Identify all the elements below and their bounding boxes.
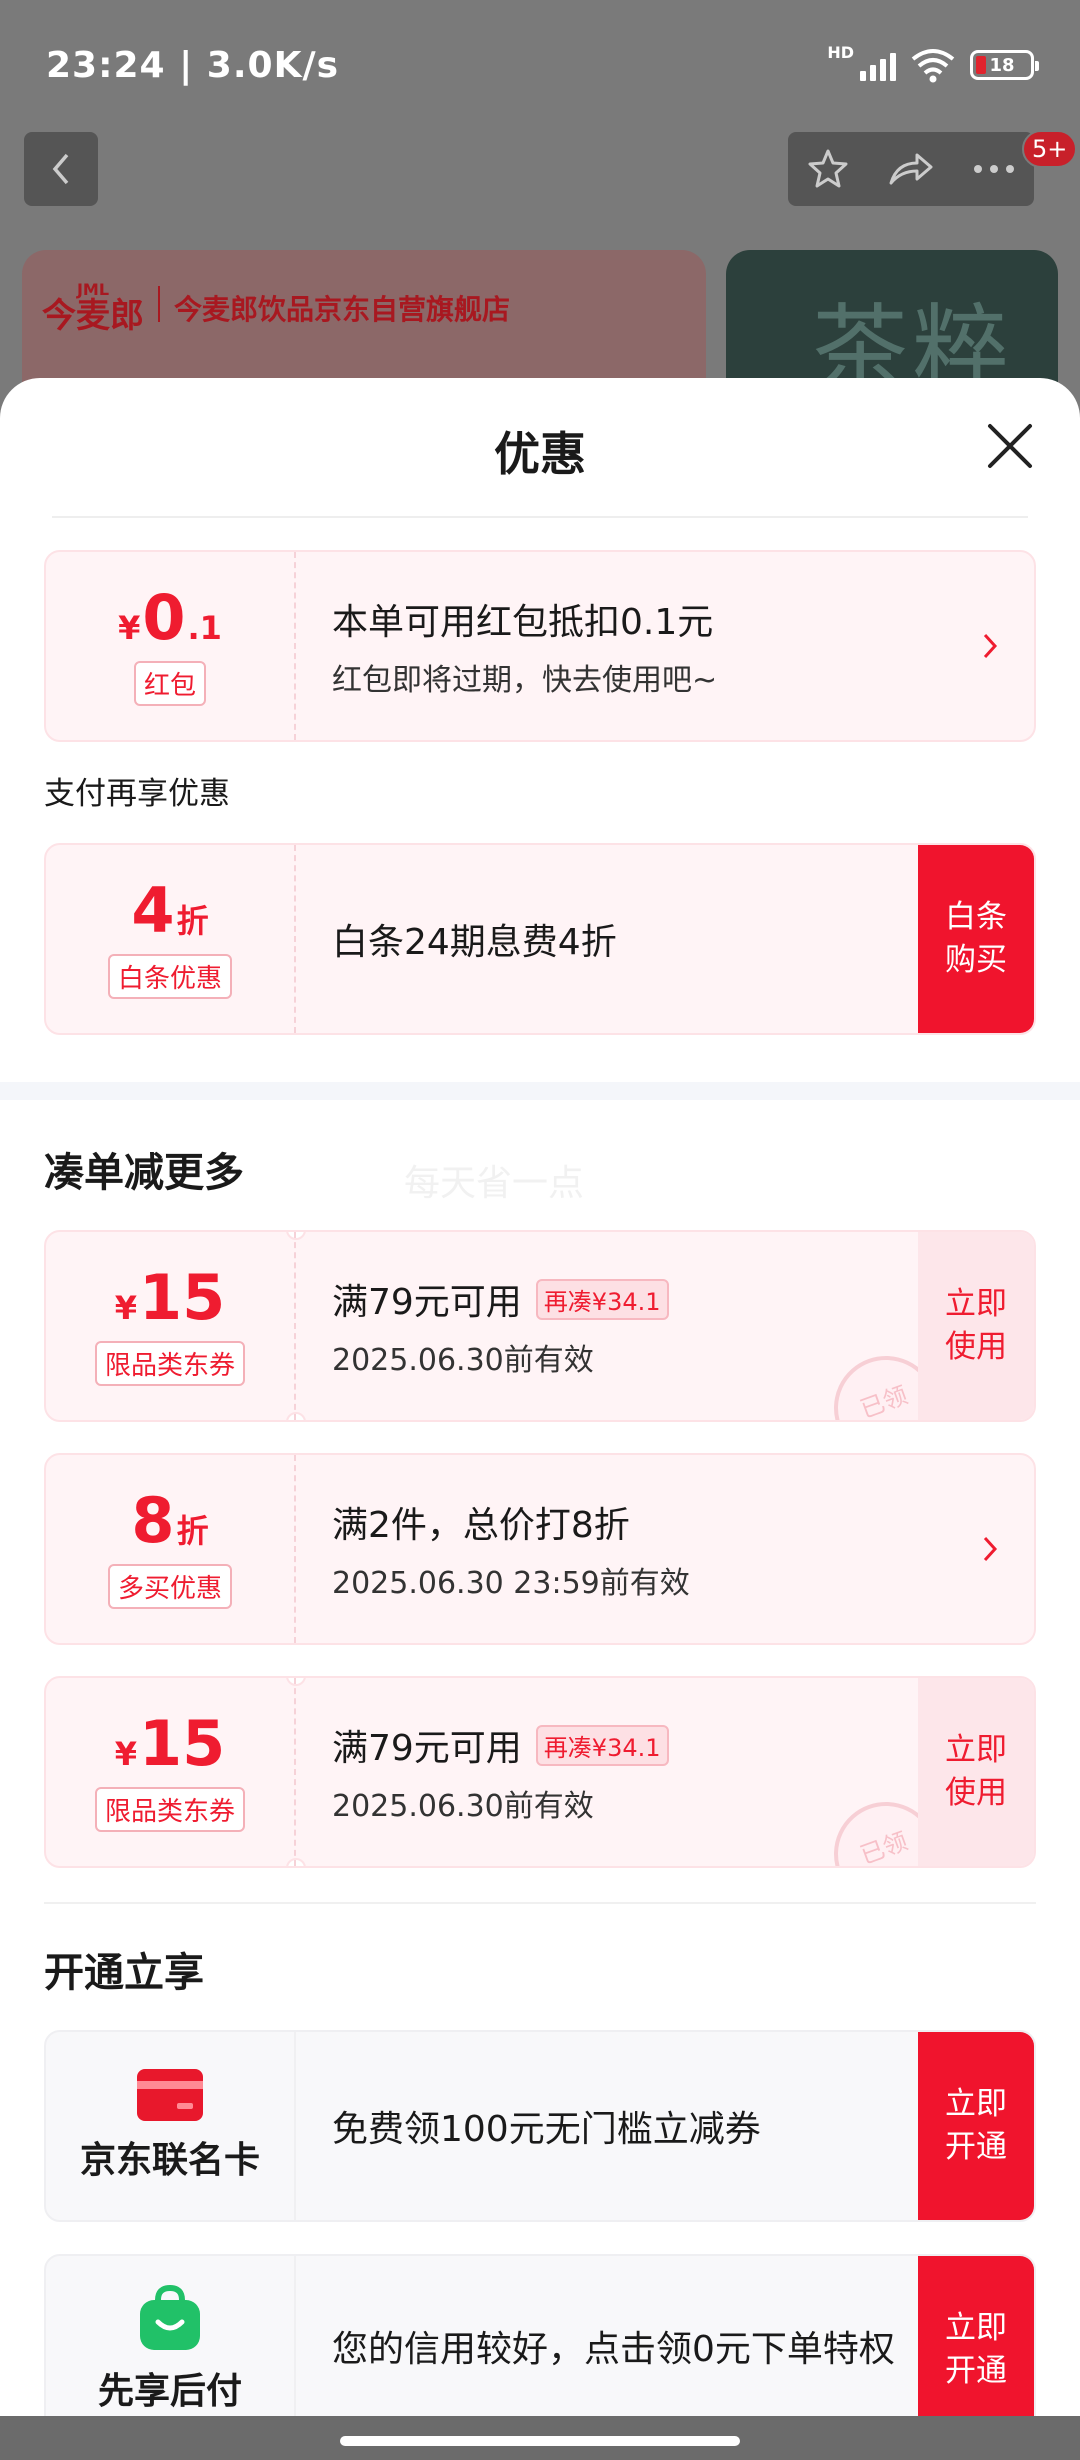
coupon-tag: 限品类东券	[94, 1786, 245, 1832]
shopping-bag-icon	[139, 2284, 200, 2350]
credit-card-icon	[136, 2069, 203, 2121]
coupon-remaining-pill: 再凑¥34.1	[535, 1278, 669, 1320]
chevron-right-icon	[983, 633, 998, 659]
store-name: 今麦郎饮品京东自营旗舰店	[174, 293, 511, 326]
hd-label: HD	[827, 43, 854, 62]
jd-card-label: 京东联名卡	[79, 2140, 260, 2181]
multi-buy-validity: 2025.06.30 23:59前有效	[332, 1566, 690, 1601]
status-bar: 23:24 | 3.0K/s HD 18	[0, 0, 1080, 130]
baitiao-card[interactable]: 4 折 白条优惠 白条24期息费4折 白条购买	[44, 843, 1036, 1035]
jd-card-offer[interactable]: 京东联名卡 免费领100元无门槛立减券 立即开通	[44, 2030, 1036, 2222]
red-packet-value: ¥ 0 .1 红包	[46, 552, 296, 740]
pay-later-label: 先享后付	[97, 2371, 242, 2412]
watermark-text: 每天省一点	[404, 1163, 585, 1204]
background-page: 23:24 | 3.0K/s HD 18 5+ JML 今麦郎 今麦郎饮品京东自…	[0, 0, 1080, 430]
coupon-condition: 满79元可用	[332, 1282, 522, 1323]
star-icon[interactable]	[806, 147, 850, 191]
jd-card-desc: 免费领100元无门槛立减券	[332, 2109, 761, 2150]
baitiao-buy-button[interactable]: 白条购买	[918, 845, 1034, 1033]
pay-later-desc: 您的信用较好，点击领0元下单特权	[332, 2328, 895, 2370]
multi-buy-tag: 多买优惠	[107, 1563, 232, 1609]
signal-icon	[860, 49, 896, 81]
battery-icon: 18	[970, 50, 1039, 80]
coupon-condition: 满79元可用	[332, 1728, 522, 1769]
discount-sheet: 优惠 ¥ 0 .1 红包 本单可用红包抵扣0.1元 红包即将过期，快去使用吧~ …	[0, 378, 1080, 2460]
home-indicator[interactable]	[340, 2436, 740, 2446]
multi-buy-title: 满2件，总价打8折	[332, 1505, 630, 1546]
chevron-right-icon	[983, 1536, 998, 1562]
battery-level: 18	[989, 54, 1015, 76]
sheet-title: 优惠	[494, 427, 586, 481]
multi-buy-card[interactable]: 8 折 多买优惠 满2件，总价打8折 2025.06.30 23:59前有效	[44, 1453, 1036, 1645]
pay-section-label: 支付再享优惠	[44, 776, 230, 812]
red-packet-card[interactable]: ¥ 0 .1 红包 本单可用红包抵扣0.1元 红包即将过期，快去使用吧~	[44, 550, 1036, 742]
use-now-button[interactable]: 立即使用	[918, 1232, 1034, 1420]
chevron-left-icon	[52, 153, 69, 185]
status-time: 23:24 | 3.0K/s	[46, 44, 340, 86]
close-icon[interactable]	[982, 418, 1038, 474]
baitiao-tag: 白条优惠	[107, 953, 232, 999]
coupon-card[interactable]: ¥ 15 限品类东券 满79元可用 再凑¥34.1 2025.06.30前有效 …	[44, 1676, 1036, 1868]
red-packet-subtitle: 红包即将过期，快去使用吧~	[332, 663, 718, 698]
coupon-validity: 2025.06.30前有效	[332, 1789, 594, 1824]
baitiao-title: 白条24期息费4折	[332, 922, 617, 963]
more-icon[interactable]	[972, 163, 1016, 175]
red-packet-title: 本单可用红包抵扣0.1元	[332, 602, 714, 643]
nav-actions	[788, 132, 1034, 206]
section-separator	[0, 1082, 1080, 1100]
open-section-title: 开通立享	[44, 1950, 204, 1996]
red-packet-tag: 红包	[133, 660, 206, 706]
combine-section-title: 凑单减更多	[44, 1150, 244, 1196]
coupon-remaining-pill: 再凑¥34.1	[535, 1724, 669, 1766]
store-separator	[158, 286, 160, 322]
status-icons: HD 18	[827, 43, 1039, 83]
wifi-icon	[911, 49, 955, 83]
store-logo: JML 今麦郎	[42, 280, 144, 336]
share-icon[interactable]	[887, 149, 935, 189]
title-divider	[52, 516, 1028, 518]
use-now-button[interactable]: 立即使用	[918, 1678, 1034, 1866]
coupon-card[interactable]: ¥ 15 限品类东券 满79元可用 再凑¥34.1 2025.06.30前有效 …	[44, 1230, 1036, 1422]
coupon-validity: 2025.06.30前有效	[332, 1343, 594, 1378]
coupon-tag: 限品类东券	[94, 1340, 245, 1386]
section-divider	[44, 1902, 1036, 1904]
back-button[interactable]	[24, 132, 98, 206]
message-badge: 5+	[1022, 130, 1078, 168]
open-jd-card-button[interactable]: 立即开通	[918, 2032, 1034, 2220]
